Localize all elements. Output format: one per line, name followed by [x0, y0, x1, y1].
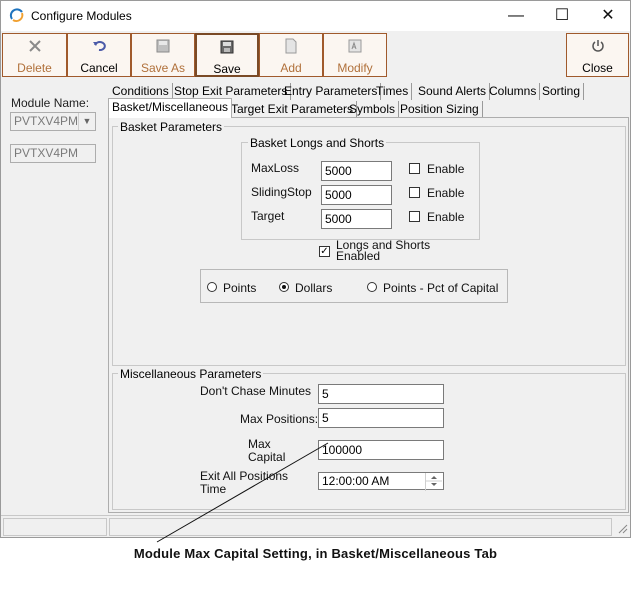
callout-line [156, 442, 329, 543]
figure-caption: Module Max Capital Setting, in Basket/Mi… [133, 546, 498, 561]
tab-basket-miscellaneous[interactable]: Basket/Miscellaneous [108, 98, 233, 118]
